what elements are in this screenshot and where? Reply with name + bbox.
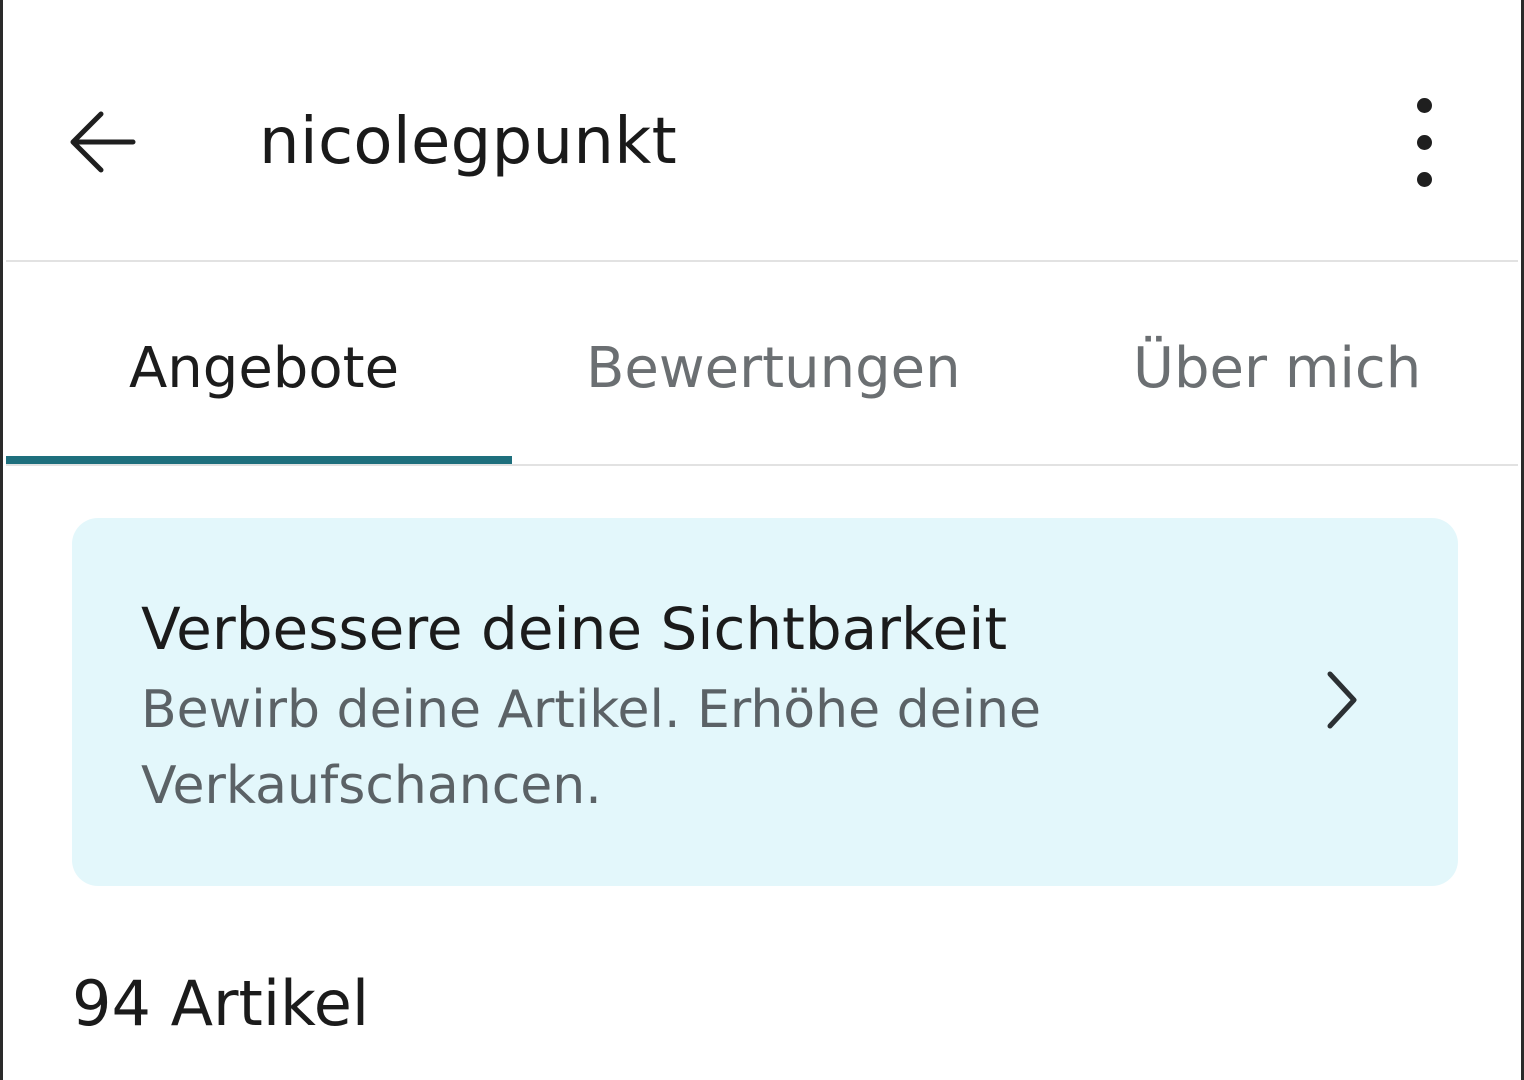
app-frame: nicolegpunkt Angebote Bewertungen Über m… xyxy=(0,0,1524,1080)
tab-angebote[interactable]: Angebote xyxy=(129,336,399,402)
tab-ueber-mich[interactable]: Über mich xyxy=(1133,336,1421,402)
promo-description: Bewirb deine Artikel. Erhöhe deine Verka… xyxy=(141,680,1041,816)
promo-title: Verbessere deine Sichtbarkeit xyxy=(141,595,1008,663)
item-count: 94 Artikel xyxy=(72,967,370,1040)
top-app-bar: nicolegpunkt xyxy=(6,0,1518,262)
more-vertical-icon-dot xyxy=(1416,171,1432,187)
visibility-promo-card[interactable]: Verbessere deine Sichtbarkeit Bewirb dei… xyxy=(72,518,1458,886)
back-button[interactable] xyxy=(60,100,144,184)
chevron-right-icon xyxy=(1312,666,1372,734)
profile-tabs: Angebote Bewertungen Über mich xyxy=(6,262,1518,466)
arrow-left-icon xyxy=(70,111,136,173)
page-title: nicolegpunkt xyxy=(259,105,677,179)
active-tab-indicator xyxy=(6,456,512,464)
more-vertical-icon-dot xyxy=(1416,134,1432,150)
more-options-button[interactable] xyxy=(1388,92,1460,192)
more-vertical-icon-dot xyxy=(1416,97,1432,113)
tab-bewertungen[interactable]: Bewertungen xyxy=(586,336,961,402)
